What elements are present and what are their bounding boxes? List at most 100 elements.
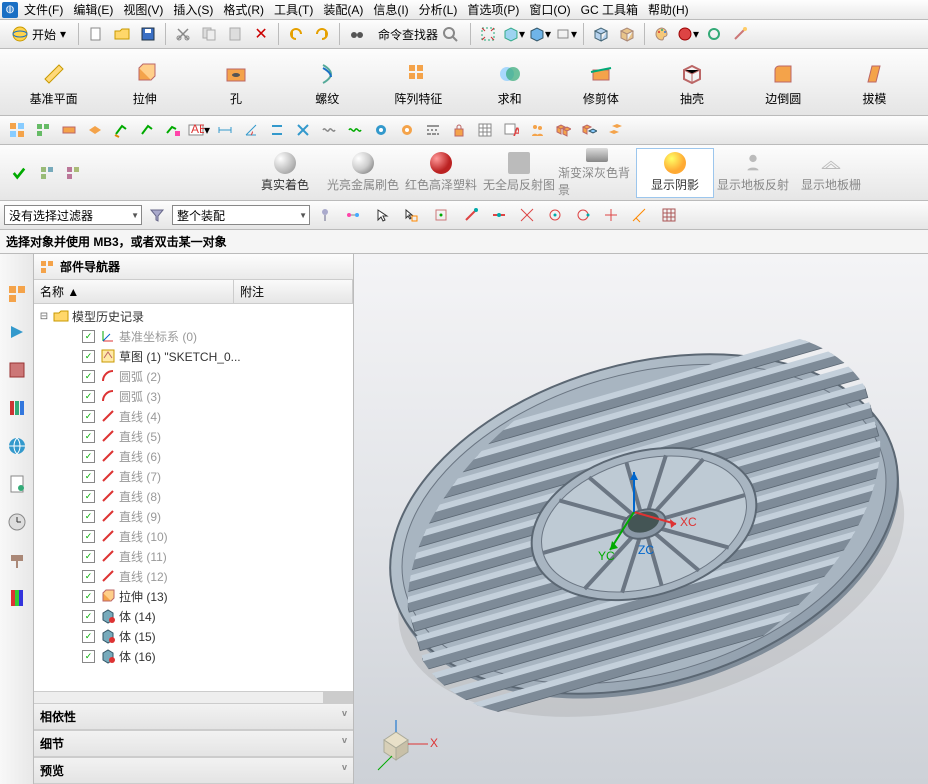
- filter-funnel-icon[interactable]: [145, 203, 169, 227]
- view-front-icon[interactable]: [589, 22, 613, 46]
- col-name[interactable]: 名称 ▲: [34, 280, 234, 303]
- green-check2-icon[interactable]: [135, 118, 159, 142]
- tree-item[interactable]: ✓直线 (11): [34, 546, 353, 566]
- render-real[interactable]: 真实着色: [246, 148, 324, 198]
- tree-item[interactable]: ✓直线 (8): [34, 486, 353, 506]
- fit-icon[interactable]: [476, 22, 500, 46]
- unite-button[interactable]: 求和: [464, 53, 555, 111]
- assembly3-icon[interactable]: [57, 118, 81, 142]
- command-finder[interactable]: 命令查找器: [371, 22, 465, 46]
- tree-item[interactable]: ✓直线 (5): [34, 426, 353, 446]
- dimension-icon[interactable]: [213, 118, 237, 142]
- filter-boxes1-icon[interactable]: [35, 161, 59, 185]
- menu-assembly[interactable]: 装配(A): [319, 0, 367, 20]
- menu-info[interactable]: 信息(I): [369, 0, 412, 20]
- tree-item[interactable]: ✓基准坐标系 (0): [34, 326, 353, 346]
- view-triad-icon[interactable]: X: [378, 720, 438, 770]
- view-iso-icon[interactable]: [615, 22, 639, 46]
- undo-icon[interactable]: [284, 22, 308, 46]
- tree-item[interactable]: ✓草图 (1) "SKETCH_0...: [34, 346, 353, 366]
- snap-tangent-icon[interactable]: [599, 203, 623, 227]
- thread-button[interactable]: 螺纹: [282, 53, 373, 111]
- abc-box-icon[interactable]: ABC▾: [187, 118, 211, 142]
- lock-icon[interactable]: [447, 118, 471, 142]
- assembly2-icon[interactable]: [31, 118, 55, 142]
- tree-item[interactable]: ✓直线 (9): [34, 506, 353, 526]
- spring2-icon[interactable]: [343, 118, 367, 142]
- pin-icon[interactable]: [313, 203, 337, 227]
- menu-pref[interactable]: 首选项(P): [463, 0, 523, 20]
- grid-plus-icon[interactable]: A: [499, 118, 523, 142]
- assembly-scope-combo[interactable]: 整个装配: [172, 205, 310, 225]
- connection-icon[interactable]: [341, 203, 365, 227]
- snap-mid-icon[interactable]: [487, 203, 511, 227]
- filter-green-check-icon[interactable]: [5, 161, 33, 185]
- people-icon[interactable]: [525, 118, 549, 142]
- rb-constraint-icon[interactable]: [7, 322, 27, 342]
- new-icon[interactable]: [84, 22, 108, 46]
- tree-item[interactable]: ✓圆弧 (2): [34, 366, 353, 386]
- nav-tree[interactable]: ⊟ 模型历史记录 ✓基准坐标系 (0)✓草图 (1) "SKETCH_0...✓…: [34, 304, 353, 691]
- menu-insert[interactable]: 插入(S): [169, 0, 217, 20]
- redo-icon[interactable]: [310, 22, 334, 46]
- snap-perp-icon[interactable]: [627, 203, 651, 227]
- shell-button[interactable]: 抽壳: [646, 53, 737, 111]
- delete-icon[interactable]: ✕: [249, 22, 273, 46]
- boxes3-icon[interactable]: [603, 118, 627, 142]
- pattern-button[interactable]: 阵列特征: [373, 53, 464, 111]
- rb-clock-icon[interactable]: [7, 512, 27, 532]
- graphics-viewport[interactable]: XC YC ZC X: [354, 254, 928, 784]
- grid-toggle-icon[interactable]: [657, 203, 681, 227]
- render-graybg[interactable]: 渐变深灰色背景: [558, 148, 636, 198]
- tree-item[interactable]: ✓拉伸 (13): [34, 586, 353, 606]
- section-preview[interactable]: 预览: [34, 757, 353, 784]
- line-style-icon[interactable]: [421, 118, 445, 142]
- snap-end-icon[interactable]: [459, 203, 483, 227]
- render-style-icon[interactable]: ▾: [502, 22, 526, 46]
- constraint1-icon[interactable]: [265, 118, 289, 142]
- palette-icon[interactable]: [650, 22, 674, 46]
- menu-gc[interactable]: GC 工具箱: [577, 0, 642, 20]
- tree-item[interactable]: ✓体 (16): [34, 646, 353, 666]
- constraint2-icon[interactable]: [291, 118, 315, 142]
- rb-nav-icon[interactable]: [7, 284, 27, 304]
- gear-blue-icon[interactable]: [369, 118, 393, 142]
- rb-web-icon[interactable]: [7, 436, 27, 456]
- menu-tools[interactable]: 工具(T): [270, 0, 317, 20]
- rb-pin-icon[interactable]: [7, 550, 27, 570]
- snap-intersect-icon[interactable]: [515, 203, 539, 227]
- col-note[interactable]: 附注: [234, 280, 353, 303]
- section-dependency[interactable]: 相依性: [34, 703, 353, 730]
- tree-item[interactable]: ✓直线 (6): [34, 446, 353, 466]
- trim-body-button[interactable]: 修剪体: [555, 53, 646, 111]
- snap-quadrant-icon[interactable]: [571, 203, 595, 227]
- boxes2-icon[interactable]: [577, 118, 601, 142]
- snap-center-icon[interactable]: [543, 203, 567, 227]
- render-noreflect[interactable]: 无全局反射图: [480, 148, 558, 198]
- edge-blend-button[interactable]: 边倒圆: [738, 53, 829, 111]
- render-shadow[interactable]: 显示阴影: [636, 148, 714, 198]
- green-check-icon[interactable]: [109, 118, 133, 142]
- assembly4-icon[interactable]: [83, 118, 107, 142]
- wand-icon[interactable]: [728, 22, 752, 46]
- rb-sheet-icon[interactable]: [7, 474, 27, 494]
- copy-icon[interactable]: [197, 22, 221, 46]
- open-icon[interactable]: [110, 22, 134, 46]
- render-floor-reflect[interactable]: 显示地板反射: [714, 148, 792, 198]
- tree-root[interactable]: ⊟ 模型历史记录: [34, 306, 353, 326]
- tree-item[interactable]: ✓直线 (4): [34, 406, 353, 426]
- tree-item[interactable]: ✓直线 (12): [34, 566, 353, 586]
- cursor-box-icon[interactable]: [399, 203, 423, 227]
- section-detail[interactable]: 细节: [34, 730, 353, 757]
- hole-button[interactable]: 孔: [190, 53, 281, 111]
- menu-view[interactable]: 视图(V): [119, 0, 167, 20]
- datum-plane-button[interactable]: 基准平面: [8, 53, 99, 111]
- start-button[interactable]: 开始▾: [5, 22, 73, 46]
- binoculars-icon[interactable]: [345, 22, 369, 46]
- boxes1-icon[interactable]: [551, 118, 575, 142]
- cut-icon[interactable]: [171, 22, 195, 46]
- selection-filter-combo[interactable]: 没有选择过滤器: [4, 205, 142, 225]
- layer-icon[interactable]: ▾: [554, 22, 578, 46]
- menu-analyze[interactable]: 分析(L): [415, 0, 462, 20]
- tree-item[interactable]: ✓直线 (10): [34, 526, 353, 546]
